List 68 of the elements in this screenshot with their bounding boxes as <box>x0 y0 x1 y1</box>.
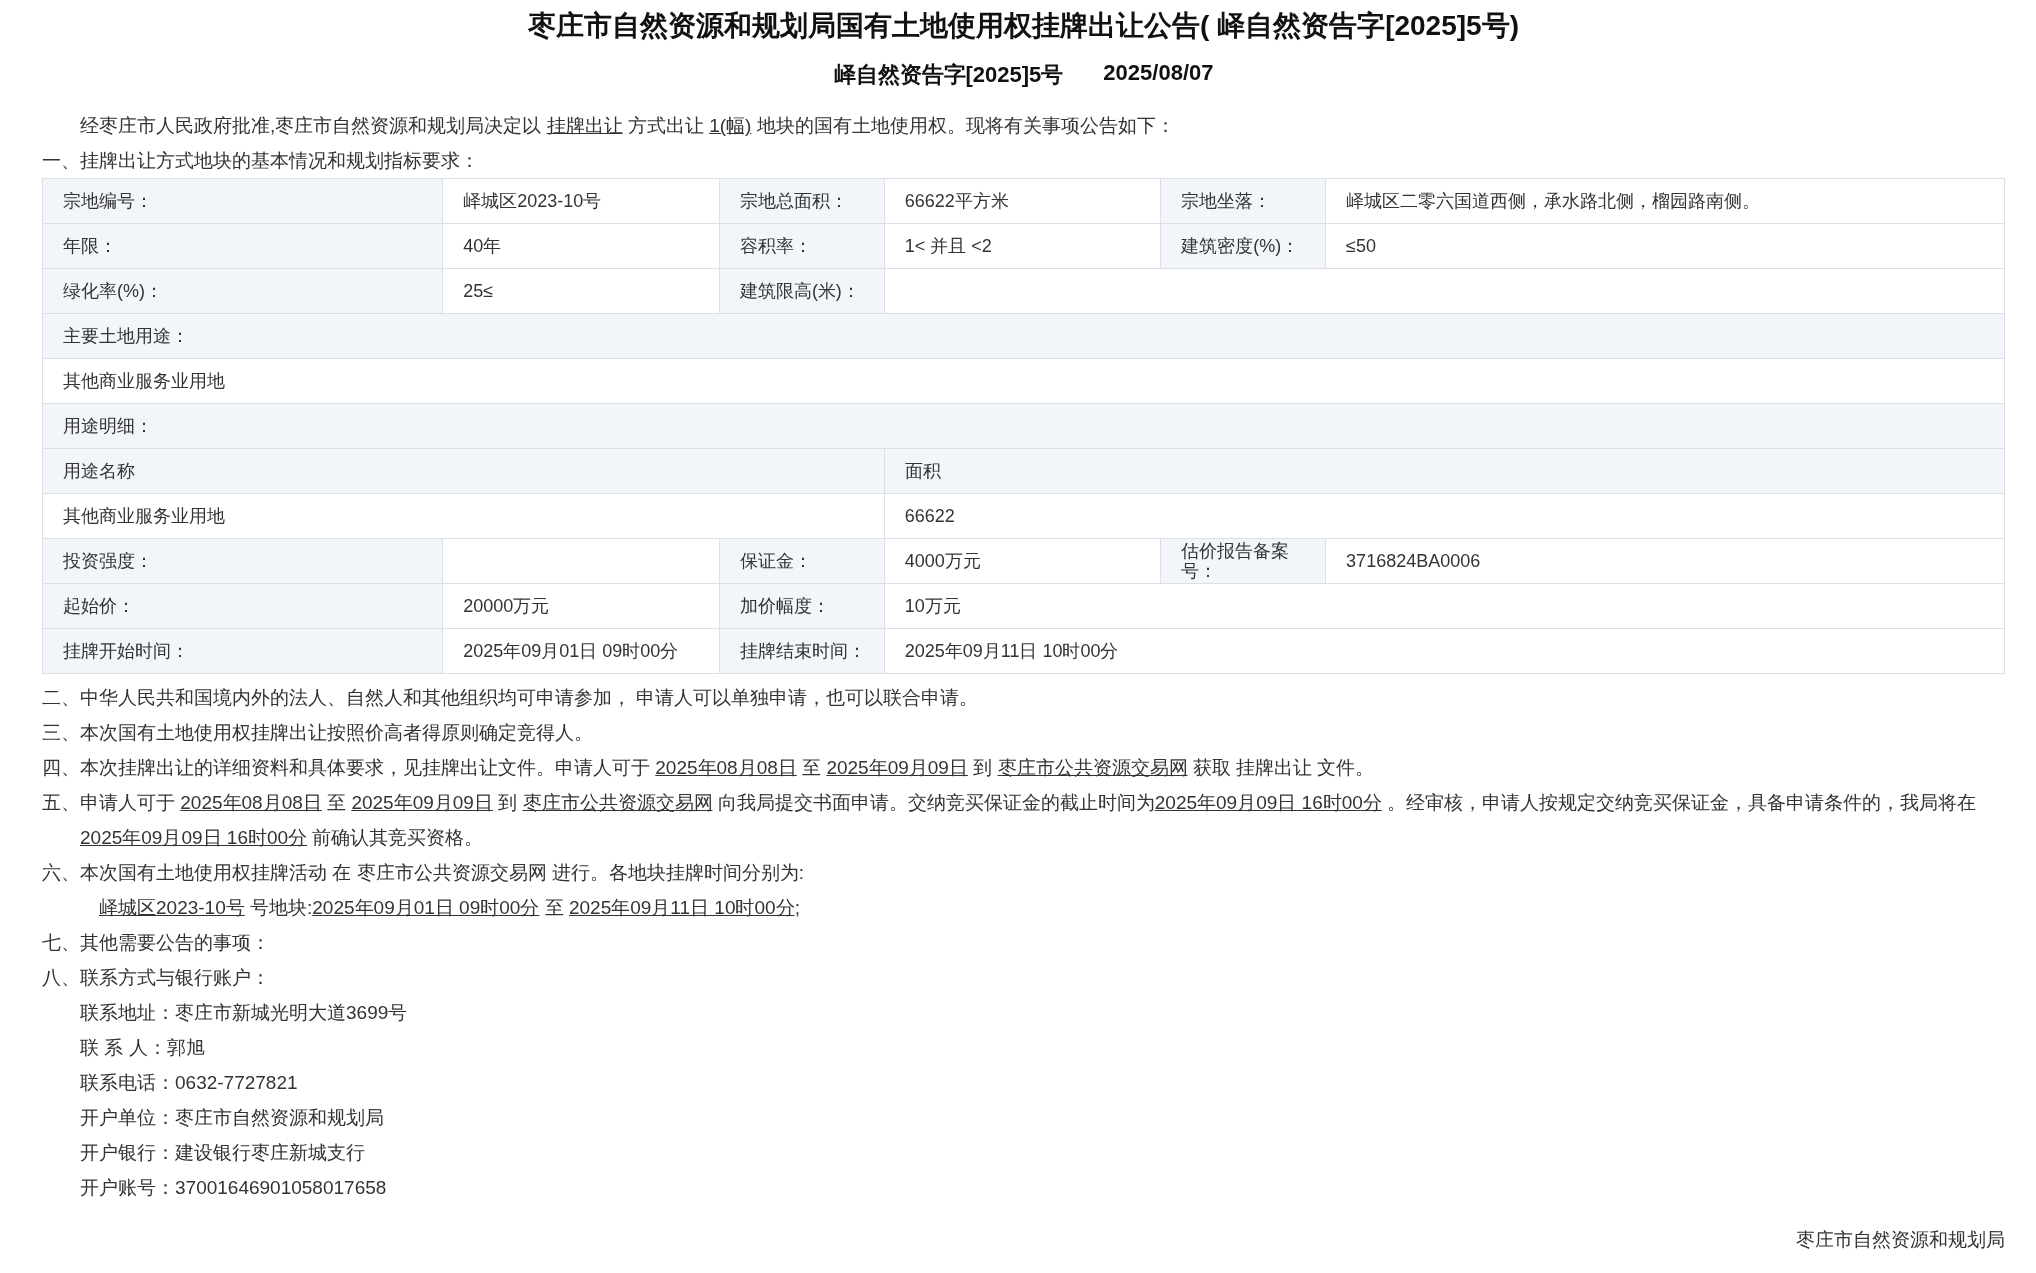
table-cell: ≤50 <box>1325 223 2005 269</box>
table-cell: 峄城区2023-10号 <box>442 178 720 224</box>
table-cell: 峄城区二零六国道西侧，承水路北侧，榴园路南侧。 <box>1325 178 2005 224</box>
table-label-cell: 建筑密度(%)： <box>1160 223 1326 269</box>
link[interactable]: 挂牌出让 <box>546 115 623 136</box>
document-number: 峄自然资告字[2025]5号 <box>833 61 1064 89</box>
table-label-cell: 容积率： <box>719 223 885 269</box>
notice-paragraph: 八、联系方式与银行账户： <box>42 966 271 990</box>
table-label-cell: 挂牌开始时间： <box>42 628 443 674</box>
notice-paragraph: 三、本次国有土地使用权挂牌出让按照价高者得原则确定竞得人。 <box>42 721 594 745</box>
table-cell: 2025年09月11日 10时00分 <box>884 628 2005 674</box>
notice-paragraph: 七、其他需要公告的事项： <box>42 931 271 955</box>
table-label-cell: 宗地总面积： <box>719 178 885 224</box>
link[interactable]: 2025年09月09日 <box>826 757 968 778</box>
table-label-cell: 宗地坐落： <box>1160 178 1326 224</box>
contact-line: 开户银行：建设银行枣庄新城支行 <box>79 1141 366 1165</box>
table-cell: 20000万元 <box>442 583 720 629</box>
table-label-cell: 起始价： <box>42 583 443 629</box>
table-label-cell: 面积 <box>884 448 2005 494</box>
link[interactable]: 2025年09月09日 16时00分 <box>1154 792 1382 813</box>
contact-line: 联 系 人：郭旭 <box>79 1036 206 1060</box>
table-cell: 40年 <box>442 223 720 269</box>
notice-paragraph: 六、本次国有土地使用权挂牌活动 在 枣庄市公共资源交易网 进行。各地块挂牌时间分别为: <box>42 861 806 885</box>
table-label-cell: 宗地编号： <box>42 178 443 224</box>
table-label-cell: 挂牌结束时间： <box>719 628 885 674</box>
publish-date: 2025/08/07 <box>1103 60 1214 87</box>
contact-line: 联系电话：0632-7727821 <box>79 1071 299 1095</box>
notice-paragraph: 四、本次挂牌出让的详细资料和具体要求，见挂牌出让文件。申请人可于 2025年08月08日 至 2025年09月09日 到 枣庄市公共资源交易网 获取 挂牌出让 文件。 <box>42 756 1376 780</box>
table-cell: 其他商业服务业用地 <box>42 493 885 539</box>
table-label-cell: 保证金： <box>719 538 885 584</box>
link[interactable]: 枣庄市公共资源交易网 <box>522 792 713 813</box>
page-title: 枣庄市自然资源和规划局国有土地使用权挂牌出让公告( 峄自然资告字[2025]5号) <box>527 9 1520 43</box>
contact-line: 开户账号：37001646901058017658 <box>79 1176 388 1200</box>
table-cell: 2025年09月01日 09时00分 <box>442 628 720 674</box>
link[interactable]: 2025年08月08日 <box>180 792 322 813</box>
contact-line: 开户单位：枣庄市自然资源和规划局 <box>79 1106 385 1130</box>
table-cell: 66622 <box>884 493 2005 539</box>
link[interactable]: 峄城区2023-10号 <box>99 897 245 918</box>
table-label-cell: 年限： <box>42 223 443 269</box>
table-label-cell: 绿化率(%)： <box>42 268 443 314</box>
link[interactable]: 2025年09月09日 <box>351 792 493 813</box>
table-cell: 25≤ <box>442 268 720 314</box>
table-label-cell: 加价幅度： <box>719 583 885 629</box>
table-label-cell: 投资强度： <box>42 538 443 584</box>
notice-paragraph: 峄城区2023-10号 号地块:2025年09月01日 09时00分 至 2025年09月11日 10时00分; <box>98 896 801 920</box>
intro-paragraph: 经枣庄市人民政府批准,枣庄市自然资源和规划局决定以 挂牌出让 方式出让 1(幅) 地块的国有土地使用权。现将有关事项公告如下： <box>79 114 1176 138</box>
table-cell: 4000万元 <box>884 538 1161 584</box>
table-label-cell: 主要土地用途： <box>42 313 2005 359</box>
table-cell: 其他商业服务业用地 <box>42 358 2005 404</box>
notice-paragraph: 二、中华人民共和国境内外的法人、自然人和其他组织均可申请参加， 申请人可以单独申请，也可以联合申请。 <box>42 686 980 710</box>
table-cell: 10万元 <box>884 583 2005 629</box>
link[interactable]: 枣庄市公共资源交易网 <box>997 757 1188 778</box>
link[interactable]: 2025年08月08日 <box>655 757 797 778</box>
link[interactable]: 2025年09月01日 09时00分 <box>312 897 540 918</box>
link[interactable]: 1(幅) <box>709 115 752 136</box>
table-cell: 66622平方米 <box>884 178 1161 224</box>
table-label-cell: 用途明细： <box>42 403 2005 449</box>
link[interactable]: 2025年09月09日 16时00分 <box>80 827 308 848</box>
table-label-cell: 用途名称 <box>42 448 885 494</box>
table-label-cell: 建筑限高(米)： <box>719 268 885 314</box>
table-cell: 1< 并且 <2 <box>884 223 1161 269</box>
link[interactable]: 2025年09月11日 10时00分 <box>568 897 795 918</box>
signature: 枣庄市自然资源和规划局 <box>1796 1228 2005 1252</box>
contact-line: 联系地址：枣庄市新城光明大道3699号 <box>79 1001 409 1025</box>
section-heading: 一、挂牌出让方式地块的基本情况和规划指标要求： <box>42 149 480 173</box>
table-cell: 3716824BA0006 <box>1325 538 2005 584</box>
table-label-cell: 估价报告备案号： <box>1160 538 1326 584</box>
notice-paragraph: 五、申请人可于 2025年08月08日 至 2025年09月09日 到 枣庄市公共资源交易网 向我局提交书面申请。交纳竞买保证金的截止时间为2025年09月09日 16时00分 。经审核，申请人按规定交纳竞买保证金，具备申请条件的，我局将在 2025年09月09日 16时00分 前确认其竞买资格。 <box>42 791 1978 850</box>
